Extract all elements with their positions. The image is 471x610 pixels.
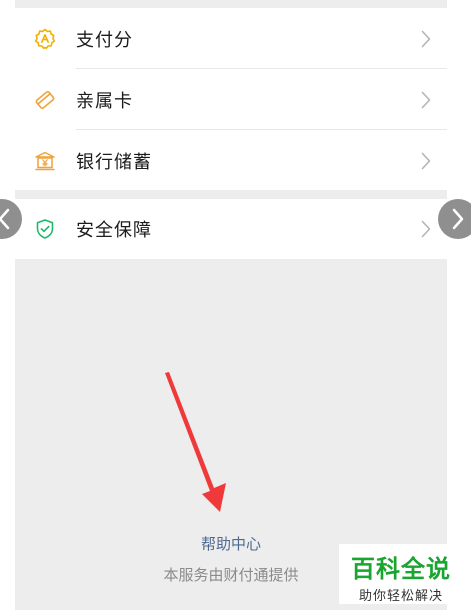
watermark-title: 百科全说 [351,555,451,583]
bank-deposit-icon [34,150,56,172]
menu-item-label: 银行储蓄 [76,151,152,173]
menu-item-bank-deposit[interactable]: 银行储蓄 [15,130,447,191]
chevron-right-icon [421,220,431,238]
next-image-button[interactable] [438,199,471,239]
watermark-subtitle: 助你轻松解决 [358,589,443,604]
chevron-left-icon [0,208,10,230]
menu-item-label: 安全保障 [76,220,152,241]
score-badge-icon [34,28,56,50]
wallet-settings-panel: 支付分 亲属卡 银行储蓄 安全保障 帮助中心 本服务由财付通提供 [15,0,447,610]
chevron-right-icon [421,152,431,169]
family-card-icon [34,89,56,111]
chevron-right-icon [421,30,431,47]
watermark-logo: 百科全说 助你轻松解决 [339,544,463,604]
chevron-right-icon [421,91,431,108]
menu-item-security[interactable]: 安全保障 [15,199,447,259]
menu-group-security: 安全保障 [15,199,447,259]
menu-item-pay-score[interactable]: 支付分 [15,8,447,69]
chevron-right-icon [452,208,464,230]
menu-item-family-card[interactable]: 亲属卡 [15,69,447,130]
screen: 支付分 亲属卡 银行储蓄 安全保障 帮助中心 本服务由财付通提供 百科全说 助你… [0,0,471,610]
menu-item-label: 亲属卡 [76,90,133,112]
shield-check-icon [34,218,56,240]
menu-item-label: 支付分 [76,29,133,51]
menu-group-services: 支付分 亲属卡 银行储蓄 [15,8,447,190]
previous-image-button[interactable] [0,199,22,239]
